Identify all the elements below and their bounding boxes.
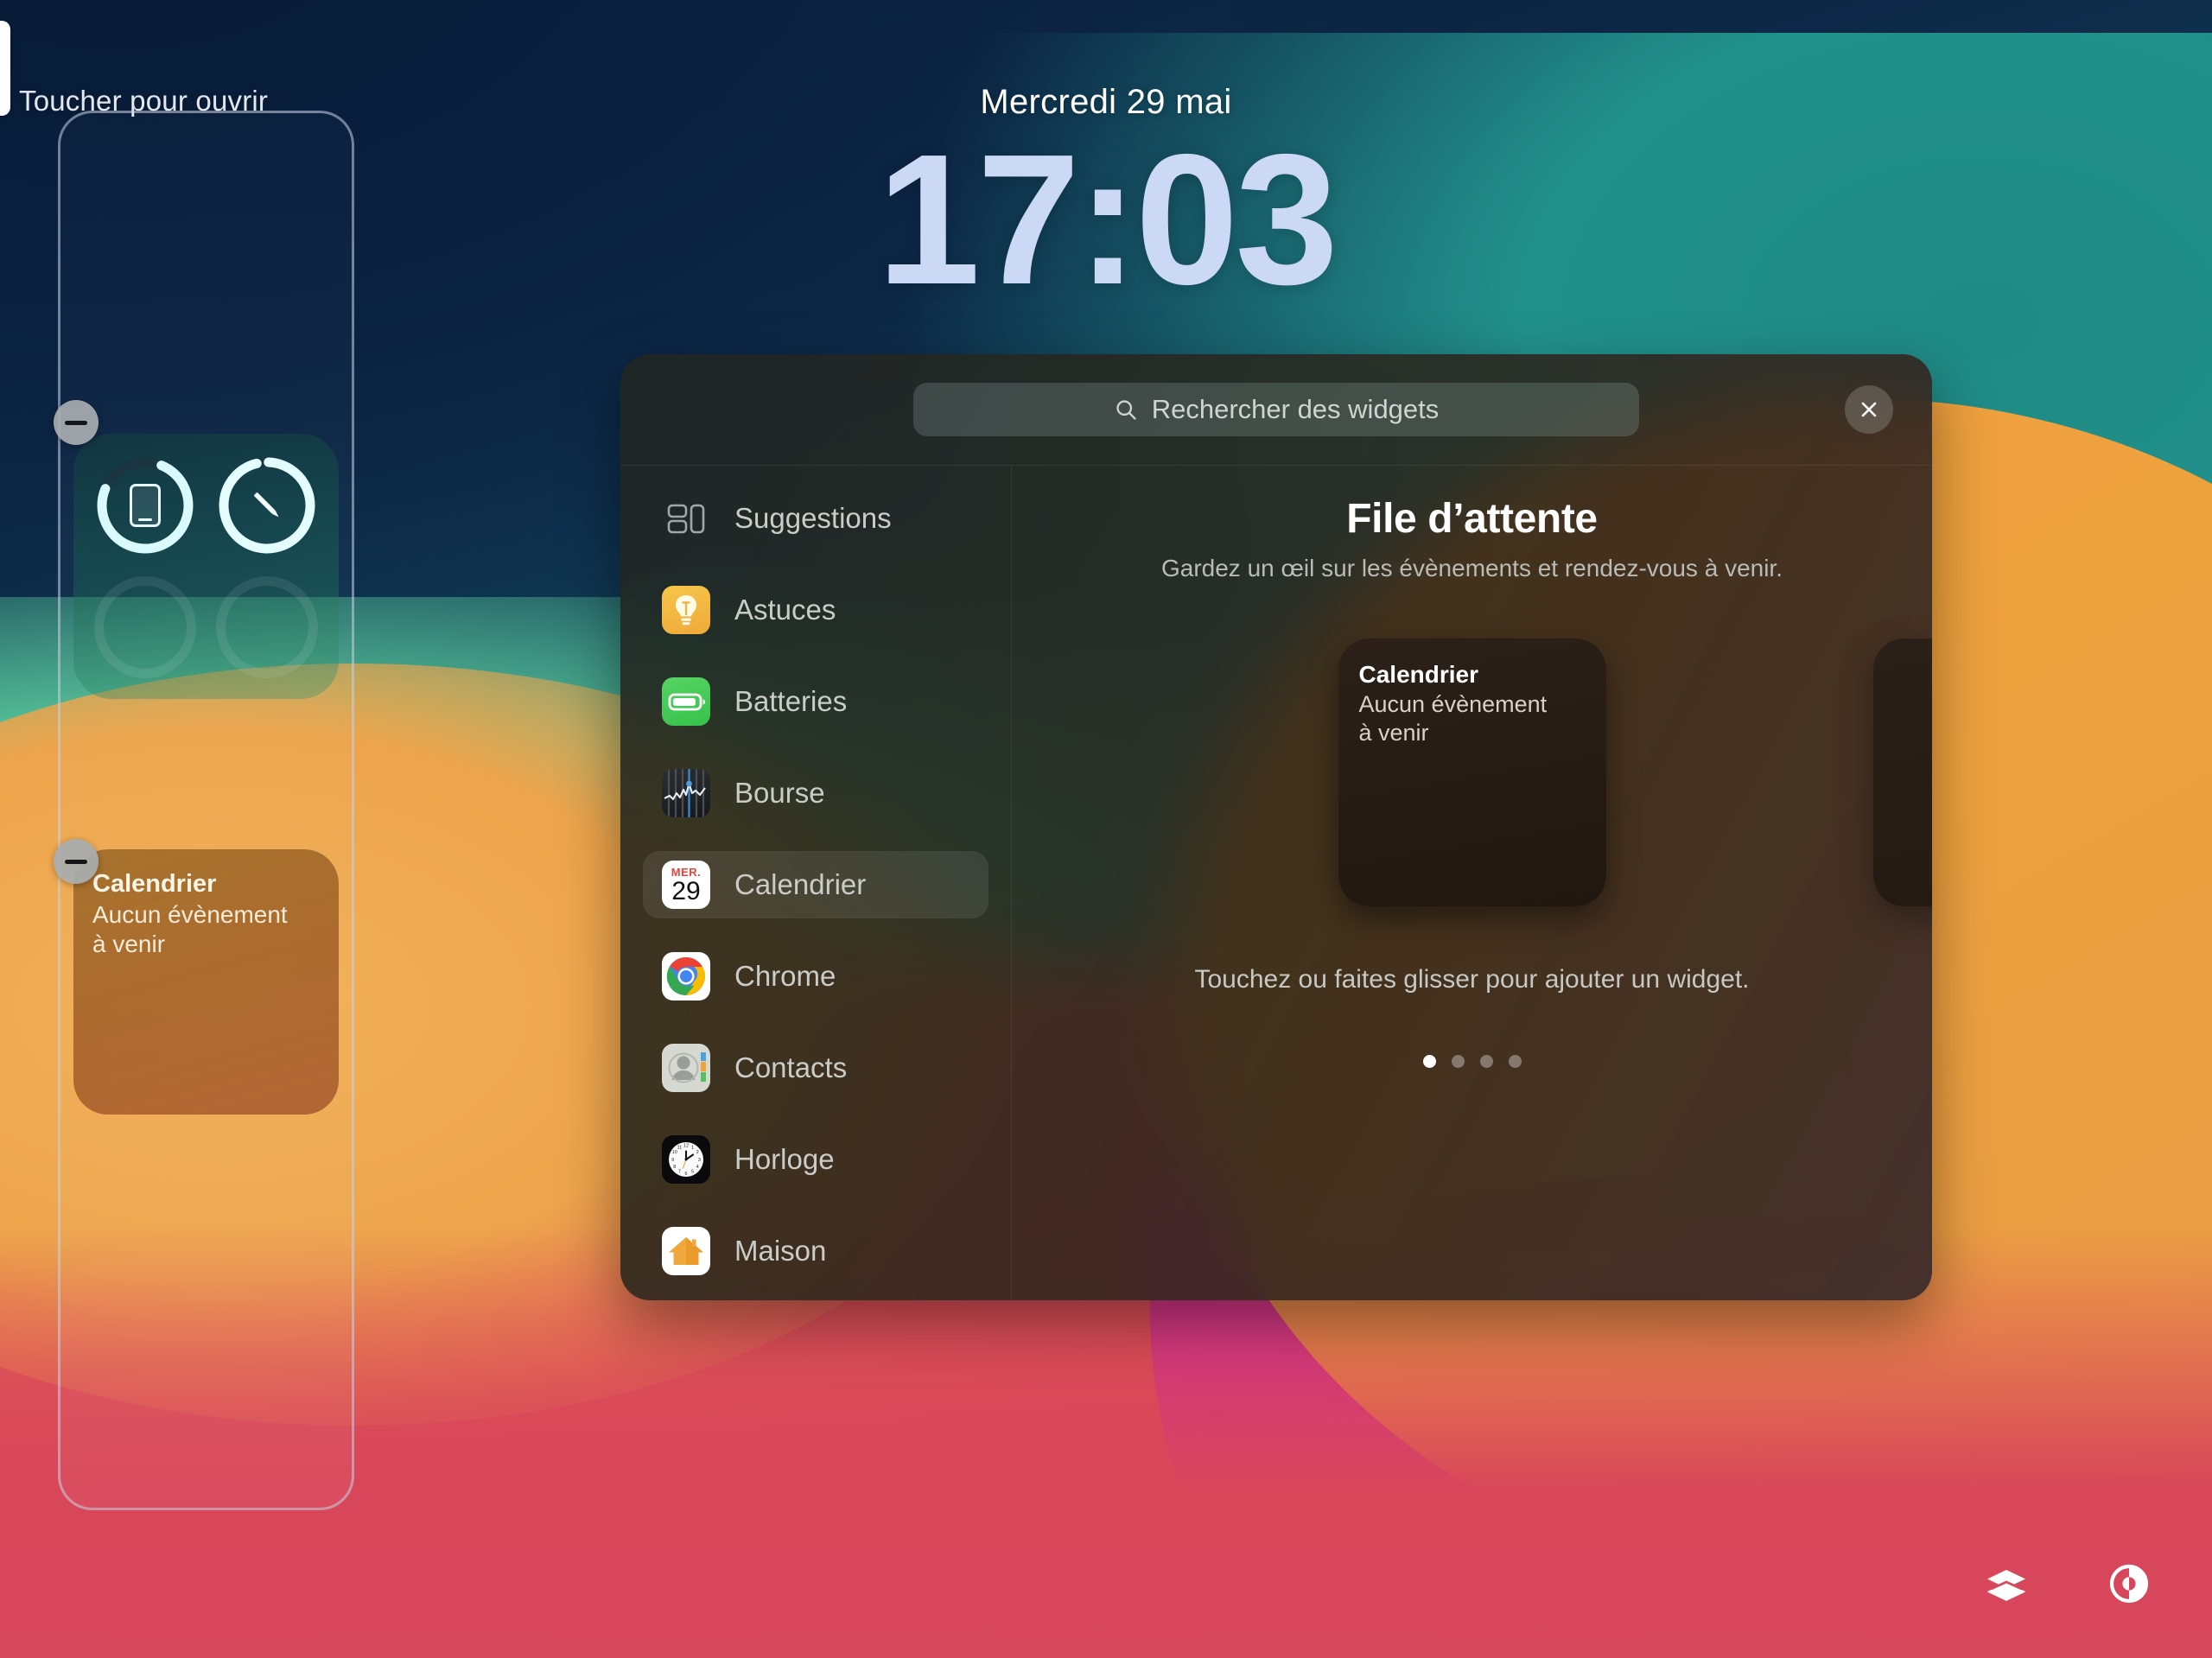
widget-picker-body: Suggestions Astuces Batteries Bourse MER… [620,465,1932,1300]
sidebar-label-contacts: Contacts [734,1051,848,1083]
sidebar-item-calendrier[interactable]: MER. 29 Calendrier [643,851,988,918]
svg-text:1: 1 [691,1146,694,1151]
svg-text:5: 5 [691,1170,694,1175]
ring-slot-pencil[interactable] [216,454,318,556]
layers-button[interactable] [1982,1560,2031,1608]
widget-preview-line1: Aucun évènement [1358,691,1548,718]
sidebar-item-batteries[interactable]: Batteries [643,668,988,735]
sidebar-item-chrome[interactable]: Chrome [643,943,988,1010]
lockscreen-widget-edit-column: Toucher pour ouvrir Calendrier Aucun évè… [0,0,380,1658]
calendar-icon: MER. 29 [662,861,710,909]
tint-depth-icon [2109,1564,2149,1604]
home-icon [662,1227,710,1275]
ring-slot-empty-4[interactable] [216,576,319,679]
svg-text:11: 11 [677,1146,683,1151]
page-dots[interactable] [1012,1055,1932,1068]
content-title: File d’attente [1346,496,1598,542]
widget-picker-panel: Rechercher des widgets Suggestions Astuc… [620,354,1932,1300]
sidebar-label-batteries: Batteries [734,685,848,717]
stocks-icon [662,769,710,817]
widget-category-sidebar: Suggestions Astuces Batteries Bourse MER… [620,466,1012,1300]
widget-picker-content: File d’attente Gardez un œil sur les évè… [1012,466,1932,1300]
screen-edge-tab[interactable] [0,21,10,116]
tint-depth-button[interactable] [2105,1560,2153,1608]
pencil-icon [216,454,318,556]
widget-drop-frame[interactable] [58,111,354,1510]
sidebar-item-suggestions[interactable]: Suggestions [643,485,988,552]
sidebar-label-suggestions: Suggestions [734,502,892,534]
svg-text:7: 7 [678,1170,681,1175]
drag-hint-text: Touchez ou faites glisser pour ajouter u… [1194,965,1750,994]
page-dot-2[interactable] [1451,1055,1465,1068]
sidebar-label-astuces: Astuces [734,594,836,626]
widget-preview-title: Calendrier [1358,661,1479,688]
close-icon [1861,402,1877,417]
clock-icon: 12 1 2 345 678 9 10 11 [662,1135,710,1184]
page-dot-3[interactable] [1479,1055,1493,1068]
svg-text:9: 9 [671,1158,674,1163]
ring-slot-ipad[interactable] [94,454,196,556]
search-icon [1116,400,1136,420]
lockscreen-calendar-title: Calendrier [92,870,217,898]
sidebar-item-maison[interactable]: Maison [643,1217,988,1285]
widget-picker-header: Rechercher des widgets [620,354,1932,465]
sidebar-item-contacts[interactable]: Contacts [643,1034,988,1102]
ipad-icon [94,454,196,556]
svg-text:10: 10 [672,1150,677,1155]
battery-icon [662,677,710,726]
sidebar-item-horloge[interactable]: 12 1 2 345 678 9 10 11 Horloge [643,1126,988,1193]
ring-slot-empty-3[interactable] [93,576,196,679]
page-dot-1[interactable] [1422,1055,1436,1068]
search-input[interactable]: Rechercher des widgets [913,383,1639,436]
svg-text:3: 3 [698,1158,701,1163]
widget-preview-card[interactable]: Calendrier Aucun évènement à venir [1338,638,1606,906]
sidebar-label-bourse: Bourse [734,777,825,809]
remove-widget-button-calendar[interactable] [54,839,99,884]
svg-text:12: 12 [683,1143,689,1148]
chrome-icon [662,952,710,1001]
search-placeholder: Rechercher des widgets [1151,394,1440,424]
widget-preview-line2: à venir [1358,719,1429,746]
svg-text:2: 2 [696,1150,699,1155]
content-subtitle: Gardez un œil sur les évènements et rend… [1160,555,1783,581]
sidebar-item-astuces[interactable]: Astuces [643,576,988,644]
contacts-icon [662,1044,710,1092]
widget-grid-icon [662,494,710,543]
lockscreen-ring-widget[interactable] [73,434,339,699]
svg-text:4: 4 [696,1165,699,1170]
close-button[interactable] [1845,385,1893,434]
page-dot-4[interactable] [1508,1055,1522,1068]
widget-preview-card-next[interactable] [1873,638,1932,906]
widget-preview-row: Calendrier Aucun évènement à venir [1012,638,1932,924]
lockscreen-calendar-line1: Aucun évènement [92,901,288,929]
svg-text:6: 6 [685,1172,688,1177]
sidebar-item-bourse[interactable]: Bourse [643,759,988,827]
sidebar-label-maison: Maison [734,1235,827,1267]
lightbulb-icon [662,586,710,634]
sidebar-label-calendrier: Calendrier [734,868,867,900]
svg-text:8: 8 [673,1165,676,1170]
lockscreen-calendar-line2: à venir [92,931,166,958]
bottom-right-controls [1982,1560,2153,1608]
layers-icon [1987,1570,2025,1601]
remove-widget-button-ring[interactable] [54,400,99,445]
sidebar-label-chrome: Chrome [734,960,836,992]
lockscreen-calendar-widget[interactable]: Calendrier Aucun évènement à venir [73,849,339,1115]
calendar-icon-day: 29 [671,877,701,905]
sidebar-label-horloge: Horloge [734,1143,835,1175]
